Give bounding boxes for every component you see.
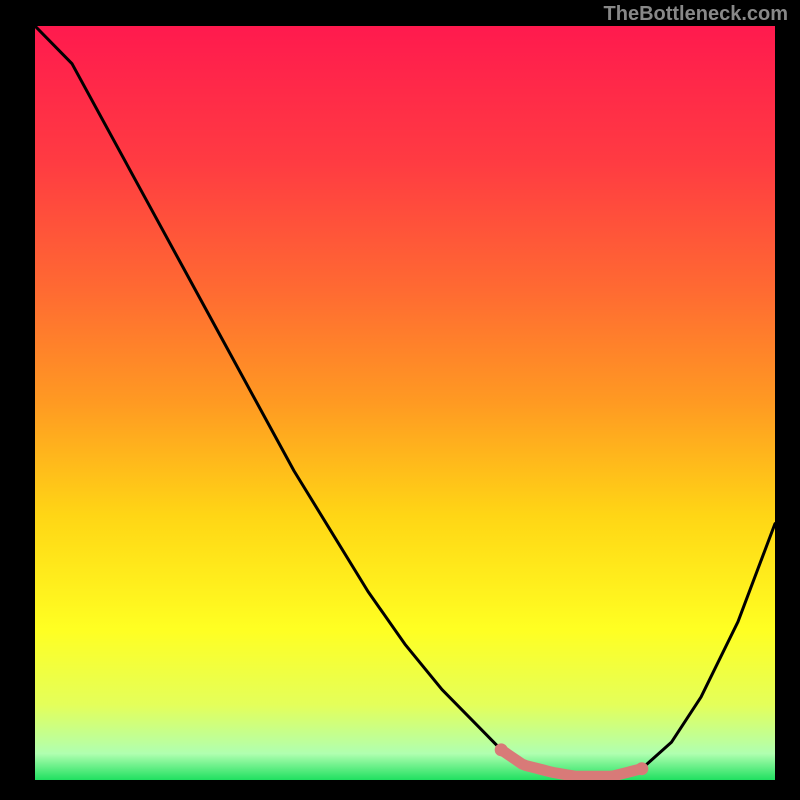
watermark-text: TheBottleneck.com — [604, 3, 788, 26]
chart-container: TheBottleneck.com — [0, 0, 800, 800]
chart-curve — [35, 26, 775, 780]
